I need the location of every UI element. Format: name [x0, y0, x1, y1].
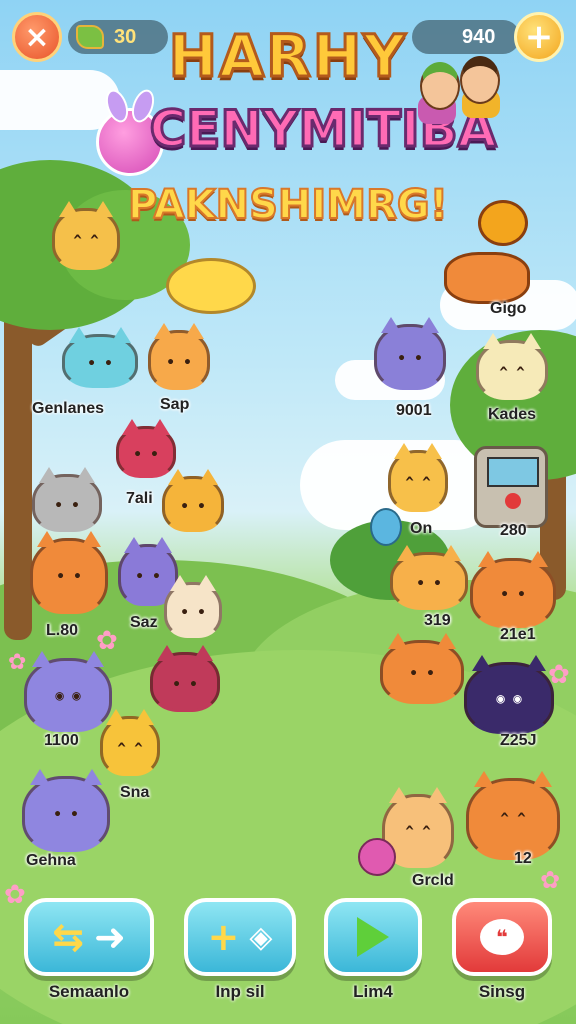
pet-label: Sap	[160, 396, 190, 413]
plus-tag-icon: +	[207, 915, 240, 959]
tag-icon: ◈	[249, 919, 273, 955]
pet-cat[interactable]: • •	[470, 551, 556, 628]
pet-label: 1100	[44, 732, 79, 749]
bucket-icon	[358, 838, 396, 876]
pet-cat[interactable]: • •	[162, 469, 224, 532]
pet-cat[interactable]: ^ ^	[388, 443, 448, 512]
play-icon	[357, 917, 389, 957]
pet-label: 280	[500, 522, 527, 539]
shuffle-button[interactable]: ⇆ ➜	[24, 898, 154, 976]
flying-creature-icon	[444, 252, 530, 304]
pet-cat[interactable]: ◉ ◉	[24, 651, 112, 732]
pet-label: Saz	[130, 614, 158, 631]
flying-fish-icon	[166, 258, 256, 314]
pet-cat[interactable]: ^ ^	[466, 771, 560, 860]
pet-label: Z25J	[500, 732, 537, 749]
arrow-right-icon: ➜	[94, 915, 126, 959]
pet-fox[interactable]: • •	[380, 633, 464, 704]
pet-cat[interactable]: • •	[148, 323, 210, 390]
chat-bubble-icon: ❝	[480, 919, 524, 955]
pet-label: On	[410, 520, 433, 537]
arcade-machine-icon	[474, 446, 548, 528]
pet-label: Gigo	[490, 300, 527, 317]
kids-characters-icon	[416, 56, 506, 126]
pet-label: 319	[424, 612, 451, 629]
flower-icon: ✿	[4, 880, 26, 910]
pet-label: L.80	[46, 622, 79, 639]
pet-cat[interactable]: • •	[374, 317, 446, 390]
flower-icon: ✿	[540, 866, 561, 894]
pet-label: Kades	[488, 406, 537, 423]
pet-label: Sna	[120, 784, 150, 801]
bottom-action-bar: ⇆ ➜ Semaanlo + ◈ Inp sil Lim4 ❝ Sinsg	[0, 898, 576, 1018]
pet-label: Genlanes	[32, 400, 105, 417]
pet-hamster[interactable]: • •	[164, 575, 222, 638]
pet-label: 9001	[396, 402, 432, 419]
pet-cat[interactable]: • •	[390, 545, 468, 610]
pet-label: 12	[514, 850, 532, 867]
pet-squirrel[interactable]: • •	[30, 531, 108, 614]
pet-label: 21e1	[500, 626, 536, 643]
balloon-icon	[370, 508, 402, 546]
pet-label: Gehna	[26, 852, 76, 869]
flower-icon: ✿	[8, 650, 27, 675]
pet-cat[interactable]: • •	[32, 467, 102, 532]
add-item-button[interactable]: + ◈	[184, 898, 296, 976]
pet-label: 7ali	[126, 490, 153, 507]
pet-label: Grcld	[412, 872, 454, 889]
pet-cat[interactable]: ^ ^	[100, 709, 160, 776]
pet-creature[interactable]: • •	[116, 419, 176, 478]
game-scene: × 30 940 + HARHY CENYMITIBA PAKNSHIMRG! …	[0, 0, 576, 1024]
pet-cat[interactable]: • •	[62, 327, 138, 388]
swirl-icon	[478, 200, 528, 246]
pet-cat[interactable]: ^ ^	[476, 333, 548, 400]
shuffle-label: Semaanlo	[48, 982, 130, 1001]
shuffle-arrow-icon: ⇆	[52, 915, 84, 959]
pet-creature[interactable]: • •	[150, 645, 220, 712]
add-item-label: Inp sil	[215, 982, 265, 1001]
flower-icon: ✿	[96, 626, 118, 656]
pet-cat[interactable]: ◉ ◉	[464, 655, 554, 734]
pet-squirrel[interactable]: • •	[22, 769, 110, 852]
chat-button[interactable]: ❝	[452, 898, 552, 976]
chat-label: Sinsg	[478, 982, 526, 1001]
pet-cat[interactable]: ^ ^	[52, 201, 120, 270]
flower-icon: ✿	[548, 660, 570, 690]
play-label: Lim4	[353, 982, 393, 1001]
play-button[interactable]	[324, 898, 422, 976]
